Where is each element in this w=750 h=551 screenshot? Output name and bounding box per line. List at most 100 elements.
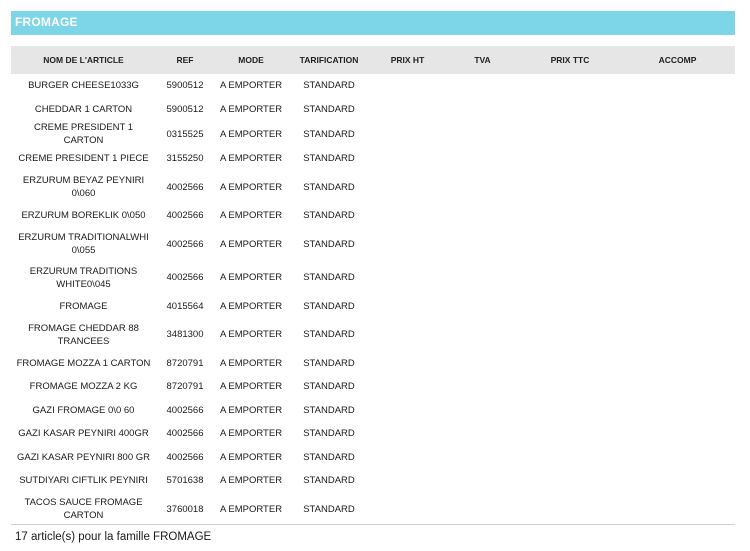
article-name: TACOS SAUCE FROMAGE CARTON (24, 497, 143, 522)
article-ref: 5900512 (166, 80, 204, 92)
article-name: GAZI KASAR PEYNIRI 800 GR (16, 451, 151, 463)
article-name: FROMAGE MOZZA 2 KG (29, 381, 138, 393)
article-ref: 5701638 (166, 475, 204, 487)
article-tarification: STANDARD (303, 475, 355, 487)
article-name: SUTDIYARI CIFTLIK PEYNIRI (19, 475, 148, 487)
article-prix-ht (370, 171, 445, 205)
article-tarification: STANDARD (303, 153, 355, 165)
article-ref: 4002566 (166, 210, 204, 222)
article-ref: 4002566 (166, 451, 204, 463)
article-accomp (620, 228, 735, 262)
article-ref: 4002566 (166, 428, 204, 440)
article-tva (445, 171, 520, 205)
article-accomp (620, 318, 735, 352)
article-tarification: STANDARD (303, 300, 355, 312)
article-accomp (620, 261, 735, 295)
article-tarification: STANDARD (303, 428, 355, 440)
article-prix-ht (370, 228, 445, 262)
column-header-accomp: ACCOMP (658, 55, 697, 65)
article-accomp (620, 469, 735, 493)
article-mode: A EMPORTER (219, 475, 283, 487)
column-header-mode: MODE (238, 55, 264, 65)
article-name: ERZURUM BEYAZ PEYNIRI 0\060 (22, 175, 145, 200)
article-name: ERZURUM TRADITIONALWHI 0\055 (18, 232, 149, 257)
article-accomp (620, 98, 735, 122)
table-row: GAZI KASAR PEYNIRI 800 GR 4002566 A EMPORT… (11, 446, 735, 470)
article-tva (445, 352, 520, 376)
article-ref: 5900512 (166, 103, 204, 115)
article-accomp (620, 147, 735, 171)
article-mode: A EMPORTER (219, 272, 283, 284)
article-ref: 4002566 (166, 272, 204, 284)
article-prix-ht (370, 399, 445, 423)
table-row: FROMAGE MOZZA 1 CARTON 8720791 A EMPORTER S… (11, 352, 735, 376)
article-name: FROMAGE (59, 300, 108, 312)
article-mode: A EMPORTER (219, 103, 283, 115)
article-tarification: STANDARD (303, 272, 355, 284)
article-tarification: STANDARD (303, 103, 355, 115)
article-name: GAZI KASAR PEYNIRI 400GR (18, 428, 149, 440)
article-mode: A EMPORTER (219, 128, 283, 140)
article-name: GAZI FROMAGE 0\0 60 (32, 404, 135, 416)
article-prix-ttc (520, 469, 620, 493)
article-prix-ttc (520, 171, 620, 205)
article-accomp (620, 375, 735, 399)
article-name: ERZURUM BOREKLIK 0\050 (21, 210, 146, 222)
article-tva (445, 121, 520, 147)
article-ref: 4002566 (166, 238, 204, 250)
article-name: ERZURUM TRADITIONS WHITE0\045 (29, 265, 138, 290)
article-tva (445, 318, 520, 352)
article-accomp (620, 422, 735, 446)
article-tva (445, 74, 520, 98)
article-mode: A EMPORTER (219, 80, 283, 92)
article-ref: 8720791 (166, 357, 204, 369)
article-ref: 3760018 (166, 503, 204, 515)
article-tarification: STANDARD (303, 238, 355, 250)
article-accomp (620, 295, 735, 319)
article-mode: A EMPORTER (219, 503, 283, 515)
article-mode: A EMPORTER (219, 404, 283, 416)
family-banner: FROMAGE (11, 11, 735, 35)
article-ref: 3155250 (166, 153, 204, 165)
article-accomp (620, 493, 735, 527)
table-row: GAZI KASAR PEYNIRI 400GR 4002566 A EMPORTE… (11, 422, 735, 446)
article-prix-ht (370, 295, 445, 319)
article-tva (445, 446, 520, 470)
article-ref: 8720791 (166, 381, 204, 393)
article-tarification: STANDARD (303, 128, 355, 140)
article-tarification: STANDARD (303, 381, 355, 393)
article-tarification: STANDARD (303, 404, 355, 416)
article-prix-ttc (520, 352, 620, 376)
table-row: CREME PRESIDENT 1 CARTON 0315525 A EMPORTE… (11, 121, 735, 147)
table-row: BURGER CHEESE1033G 5900512 A EMPORTER STAND… (11, 74, 735, 98)
article-tva (445, 228, 520, 262)
article-accomp (620, 446, 735, 470)
article-name: CREME PRESIDENT 1 CARTON (33, 122, 134, 146)
article-prix-ttc (520, 261, 620, 295)
article-prix-ht (370, 147, 445, 171)
articles-table: NOM DE L'ARTICLE REF MODE TARIFICATION P… (11, 46, 735, 526)
column-header-prix-ht: PRIX HT (390, 55, 425, 65)
article-prix-ttc (520, 318, 620, 352)
article-prix-ttc (520, 422, 620, 446)
article-mode: A EMPORTER (219, 329, 283, 341)
article-name: CREME PRESIDENT 1 PIECE (18, 153, 149, 165)
article-tarification: STANDARD (303, 503, 355, 515)
article-tva (445, 469, 520, 493)
article-tva (445, 147, 520, 171)
article-prix-ht (370, 318, 445, 352)
article-mode: A EMPORTER (219, 300, 283, 312)
column-header-tarification: TARIFICATION (299, 55, 359, 65)
table-row: ERZURUM BEYAZ PEYNIRI 0\060 4002566 A EMPO… (11, 171, 735, 205)
article-prix-ttc (520, 74, 620, 98)
family-title: FROMAGE (15, 15, 78, 29)
article-tva (445, 261, 520, 295)
table-row: FROMAGE MOZZA 2 KG 8720791 A EMPORTER STAND… (11, 375, 735, 399)
article-accomp (620, 204, 735, 228)
article-accomp (620, 352, 735, 376)
article-prix-ht (370, 74, 445, 98)
article-tarification: STANDARD (303, 80, 355, 92)
article-prix-ttc (520, 204, 620, 228)
article-name: FROMAGE MOZZA 1 CARTON (16, 357, 151, 369)
article-tva (445, 422, 520, 446)
